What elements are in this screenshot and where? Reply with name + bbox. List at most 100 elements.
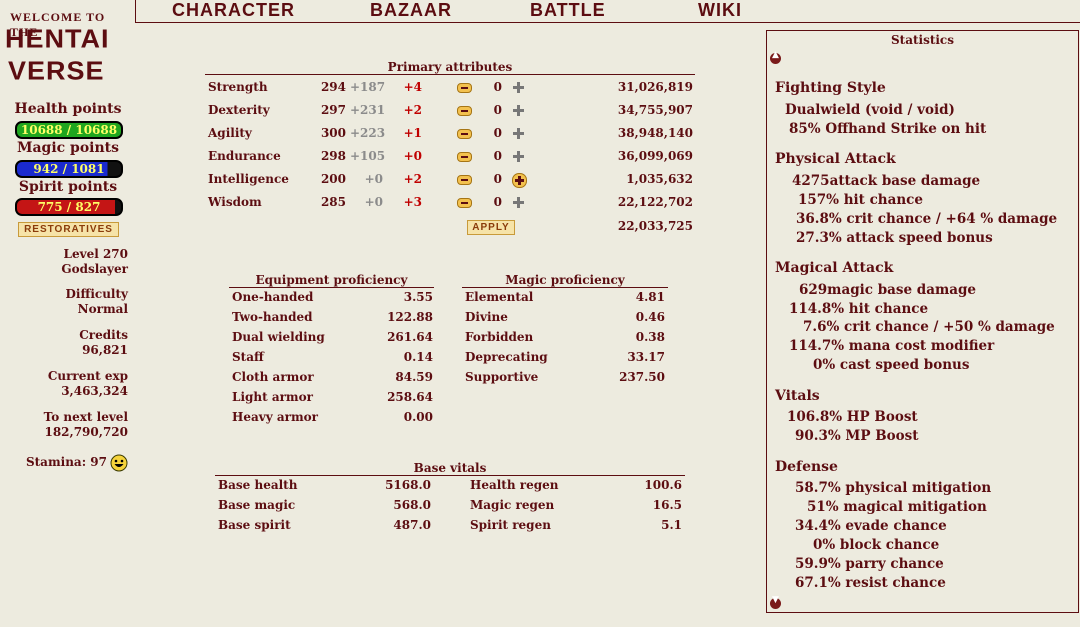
decrease-attribute-button[interactable]: [457, 83, 472, 93]
regen-name: Health regen: [470, 478, 559, 492]
decrease-attribute-button[interactable]: [457, 106, 472, 116]
spirit-label: Spirit points: [18, 179, 118, 195]
equipment-proficiency-value: 3.55: [403, 290, 433, 304]
attribute-delta-value: +2: [403, 103, 422, 117]
increase-attribute-button[interactable]: [513, 105, 524, 116]
equipment-proficiency-name: Cloth armor: [232, 370, 314, 384]
next-level-label: To next level: [43, 410, 128, 424]
logo-line-1: HENTAI: [5, 24, 110, 54]
magical-stat-line: 0% cast speed bonus: [813, 357, 970, 373]
equipment-proficiency-name: Heavy armor: [232, 410, 318, 424]
attribute-exp-cost: 36,099,069: [617, 149, 693, 163]
decrease-attribute-button[interactable]: [457, 175, 472, 185]
regen-name: Magic regen: [470, 498, 555, 512]
increase-attribute-button[interactable]: [513, 197, 524, 208]
stamina-smiley-icon: [110, 454, 128, 472]
defense-stat-line: 58.7% physical mitigation: [795, 480, 992, 496]
attribute-allocated-points: 0: [493, 195, 502, 209]
attribute-name: Intelligence: [208, 172, 289, 186]
vitals-stat-line: 90.3% MP Boost: [795, 428, 919, 444]
current-exp-label: Current exp: [47, 369, 128, 383]
increase-attribute-button[interactable]: [512, 173, 527, 188]
next-level-value: 182,790,720: [44, 425, 128, 439]
base-vital-name: Base health: [218, 478, 298, 492]
base-vital-name: Base spirit: [218, 518, 291, 532]
attribute-exp-cost: 38,948,140: [617, 126, 693, 140]
defense-heading: Defense: [775, 459, 838, 475]
attribute-base-value: 298: [320, 149, 346, 163]
equipment-proficiency-name: Staff: [232, 350, 264, 364]
attribute-base-value: 297: [320, 103, 346, 117]
base-vital-value: 487.0: [393, 518, 431, 532]
physical-attack-heading: Physical Attack: [775, 151, 896, 167]
attribute-name: Endurance: [208, 149, 281, 163]
decrease-attribute-button[interactable]: [457, 198, 472, 208]
attribute-bonus-value: +187: [350, 80, 386, 94]
increase-attribute-button[interactable]: [513, 151, 524, 162]
magic-proficiency-name: Divine: [465, 310, 508, 324]
statistics-panel: Statistics ▲ Fighting Style Dualwield (v…: [766, 30, 1079, 613]
primary-attributes-title: Primary attributes: [205, 60, 695, 75]
base-vital-name: Base magic: [218, 498, 296, 512]
attribute-allocated-points: 0: [493, 172, 502, 186]
regen-value: 100.6: [644, 478, 682, 492]
defense-stat-line: 59.9% parry chance: [795, 556, 944, 572]
nav-wiki[interactable]: WIKI: [698, 0, 742, 21]
scroll-down-icon[interactable]: ▼: [770, 595, 781, 609]
scroll-up-icon[interactable]: ▲: [770, 50, 781, 64]
health-value: 10688 / 10688: [20, 123, 118, 137]
equipment-proficiency-value: 122.88: [387, 310, 433, 324]
nav-battle[interactable]: BATTLE: [530, 0, 606, 21]
magical-stat-line: 7.6% crit chance / +50 % damage: [803, 319, 1055, 335]
attribute-base-value: 300: [320, 126, 346, 140]
attribute-allocated-points: 0: [493, 126, 502, 140]
fighting-style-line: Dualwield (void / void): [785, 102, 955, 118]
base-vitals-title: Base vitals: [215, 461, 685, 476]
apply-button[interactable]: APPLY: [467, 220, 515, 235]
base-vital-value: 568.0: [393, 498, 431, 512]
physical-stat-line: 36.8% crit chance / +64 % damage: [796, 211, 1058, 227]
fighting-style-heading: Fighting Style: [775, 80, 886, 96]
decrease-attribute-button[interactable]: [457, 129, 472, 139]
nav-bazaar[interactable]: BAZAAR: [370, 0, 452, 21]
magic-label: Magic points: [16, 140, 120, 156]
attribute-name: Strength: [208, 80, 268, 94]
left-panel: WELCOME TO THE HENTAI VERSE Health point…: [0, 0, 136, 627]
logo-line-2: VERSE: [8, 56, 105, 86]
attribute-allocated-points: 0: [493, 103, 502, 117]
level-text: Level 270: [63, 247, 128, 261]
increase-attribute-button[interactable]: [513, 128, 524, 139]
magical-stat-line: 629magic base damage: [799, 282, 977, 298]
magic-bar: 942 / 1081: [15, 160, 123, 178]
decrease-attribute-button[interactable]: [457, 152, 472, 162]
attribute-base-value: 285: [320, 195, 346, 209]
spirit-bar: 775 / 827: [15, 198, 123, 216]
attribute-bonus-value: +105: [350, 149, 386, 163]
nav-character[interactable]: CHARACTER: [172, 0, 295, 21]
regen-value: 5.1: [661, 518, 682, 532]
defense-stat-line: 51% magical mitigation: [807, 499, 987, 515]
defense-stat-line: 67.1% resist chance: [795, 575, 946, 591]
attribute-allocated-points: 0: [493, 80, 502, 94]
restoratives-button[interactable]: RESTORATIVES: [18, 222, 119, 237]
increase-attribute-button[interactable]: [513, 82, 524, 93]
attribute-allocated-points: 0: [493, 149, 502, 163]
magical-stat-line: 114.8% hit chance: [789, 301, 929, 317]
stamina-text: Stamina: 97: [25, 455, 107, 469]
defense-stat-line: 0% block chance: [813, 537, 940, 553]
spirit-value: 775 / 827: [37, 200, 101, 214]
attribute-name: Dexterity: [208, 103, 270, 117]
vitals-heading: Vitals: [775, 388, 820, 404]
equipment-proficiency-value: 258.64: [387, 390, 433, 404]
top-nav: CHARACTER BAZAAR BATTLE WIKI: [135, 0, 1080, 23]
credits-label: Credits: [79, 328, 128, 342]
health-label: Health points: [14, 101, 122, 117]
credits-value: 96,821: [82, 343, 128, 357]
magical-attack-heading: Magical Attack: [775, 260, 894, 276]
equipment-proficiency-value: 0.14: [403, 350, 433, 364]
regen-name: Spirit regen: [470, 518, 551, 532]
equipment-proficiency-name: Dual wielding: [232, 330, 325, 344]
attribute-bonus-value: +231: [350, 103, 386, 117]
total-exp-cost: 22,033,725: [617, 219, 693, 233]
physical-stat-line: 4275attack base damage: [792, 173, 981, 189]
